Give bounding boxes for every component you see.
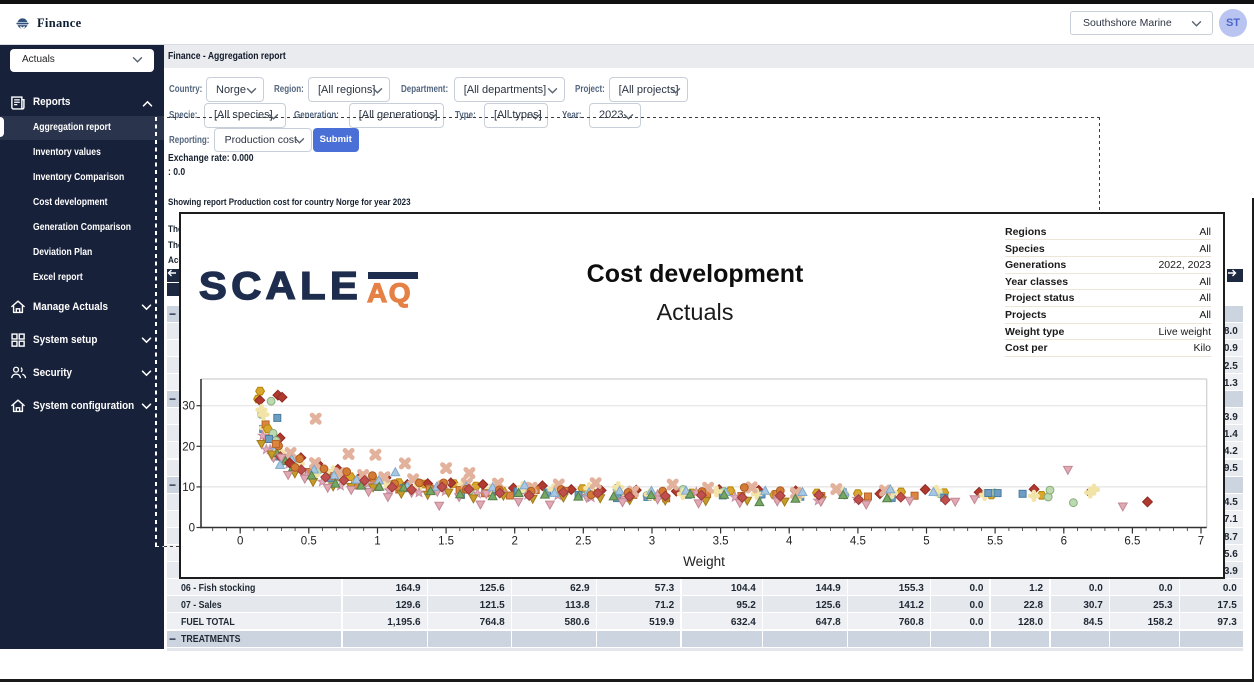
svg-text:3.5: 3.5 — [713, 536, 729, 548]
svg-text:6: 6 — [1061, 536, 1067, 548]
svg-text:5: 5 — [923, 536, 929, 548]
svg-text:7: 7 — [1198, 536, 1204, 548]
svg-text:2: 2 — [511, 536, 517, 548]
svg-text:0: 0 — [189, 523, 195, 535]
svg-text:4.5: 4.5 — [850, 536, 866, 548]
svg-text:5.5: 5.5 — [987, 536, 1003, 548]
svg-text:2.5: 2.5 — [575, 536, 591, 548]
svg-text:20: 20 — [182, 441, 195, 453]
svg-text:0.5: 0.5 — [301, 536, 317, 548]
svg-text:6.5: 6.5 — [1124, 536, 1140, 548]
svg-text:4: 4 — [786, 536, 793, 548]
svg-text:30: 30 — [182, 401, 195, 413]
svg-text:1: 1 — [374, 536, 380, 548]
svg-text:3: 3 — [649, 536, 655, 548]
svg-text:0: 0 — [237, 536, 243, 548]
svg-text:10: 10 — [182, 482, 195, 494]
svg-text:Weight: Weight — [683, 554, 725, 569]
svg-text:1.5: 1.5 — [438, 536, 454, 548]
